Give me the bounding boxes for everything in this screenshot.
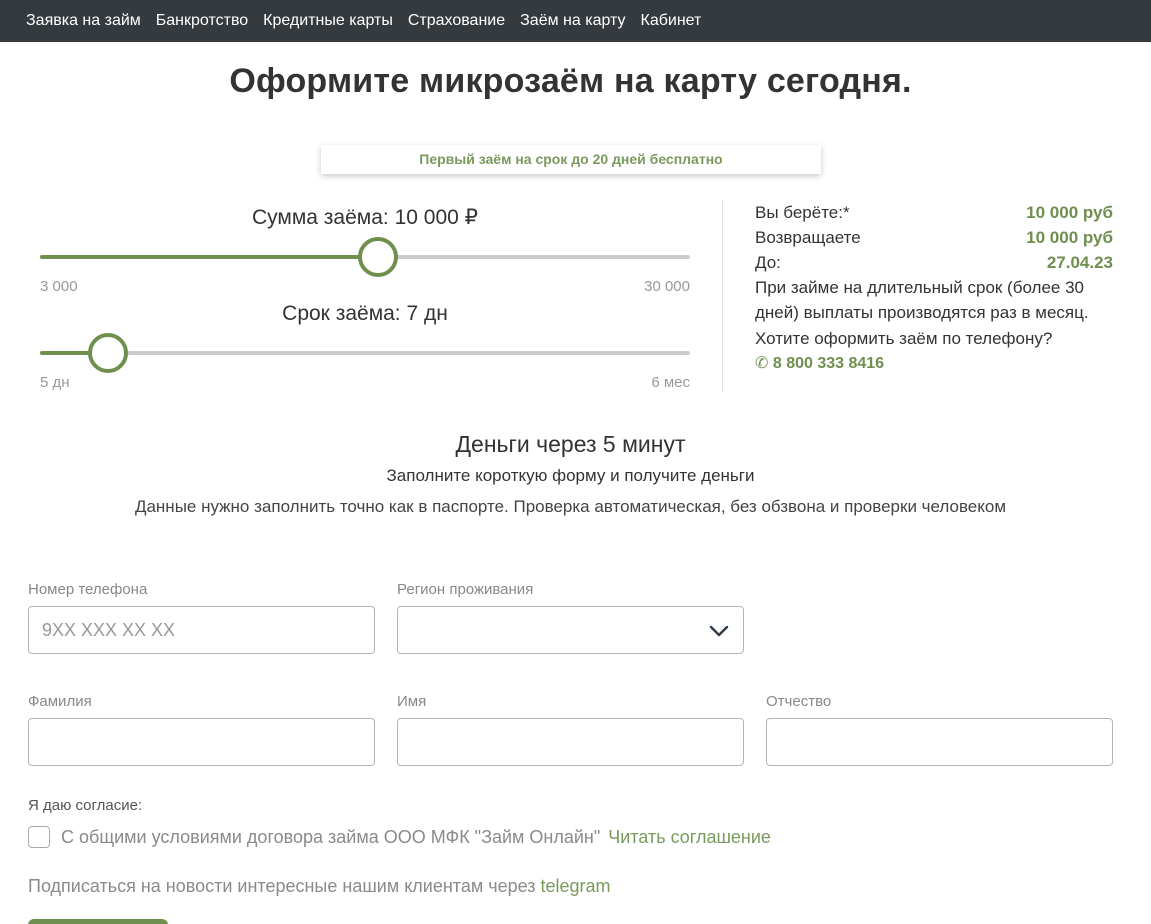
phone-number-link[interactable]: 8 800 333 8416 — [773, 355, 884, 372]
summary-take-value: 10 000 руб — [1026, 203, 1113, 222]
summary-return-row: Возвращаете 10 000 руб — [755, 225, 1113, 250]
region-select[interactable] — [397, 606, 744, 654]
nav-item-bankruptcy[interactable]: Банкротство — [156, 11, 248, 31]
form-hint: Данные нужно заполнить точно как в паспо… — [134, 497, 1007, 516]
promo-banner: Первый заём на срок до 20 дней бесплатно — [321, 145, 821, 174]
loan-summary: Вы берёте:* 10 000 руб Возвращаете 10 00… — [755, 200, 1113, 376]
phone-field[interactable]: 9XX XXX XX XX — [28, 606, 375, 654]
summary-until-value: 27.04.23 — [1046, 253, 1113, 272]
amount-slider-handle[interactable] — [358, 237, 398, 277]
phone-field-label: Номер телефона — [28, 581, 148, 598]
term-slider-title: Срок заёма: 7 дн — [282, 302, 448, 325]
patronymic-field[interactable] — [766, 718, 1113, 766]
nav-item-card-loan[interactable]: Заём на карту — [520, 11, 625, 31]
term-max-label: 6 мес — [651, 374, 690, 391]
summary-until-label: До: — [755, 253, 781, 272]
surname-field[interactable] — [28, 718, 375, 766]
vertical-divider — [722, 200, 723, 392]
page-title: Оформите микрозаём на карту сегодня. — [229, 62, 912, 100]
region-field-label: Регион проживания — [397, 581, 534, 598]
nav-item-loan-application[interactable]: Заявка на займ — [26, 11, 141, 31]
amount-slider-title: Сумма заёма: 10 000 ₽ — [251, 206, 479, 229]
phone-prompt: Хотите оформить заём по телефону? — [755, 329, 1053, 348]
read-agreement-link[interactable]: Читать соглашение — [608, 827, 771, 847]
summary-until-row: До: 27.04.23 — [755, 250, 1113, 275]
consent-heading: Я даю согласие: — [28, 797, 143, 814]
summary-return-value: 10 000 руб — [1026, 228, 1113, 247]
surname-field-label: Фамилия — [28, 693, 92, 710]
phone-icon: ✆ — [755, 355, 769, 372]
form-subheading: Заполните короткую форму и получите день… — [386, 466, 755, 485]
summary-take-row: Вы берёте:* 10 000 руб — [755, 200, 1113, 225]
form-heading: Деньги через 5 минут — [455, 431, 686, 457]
term-slider-track[interactable] — [40, 351, 690, 355]
nav-item-insurance[interactable]: Страхование — [408, 11, 505, 31]
chevron-down-icon — [709, 625, 729, 637]
amount-min-label: 3 000 — [40, 278, 78, 295]
amount-max-label: 30 000 — [644, 278, 690, 295]
patronymic-field-label: Отчество — [766, 693, 832, 710]
term-min-label: 5 дн — [40, 374, 70, 391]
nav-item-credit-cards[interactable]: Кредитные карты — [263, 11, 393, 31]
name-field[interactable] — [397, 718, 744, 766]
consent-text: С общими условиями договора займа ООО МФ… — [61, 827, 601, 847]
consent-label: С общими условиями договора займа ООО МФ… — [61, 827, 771, 848]
summary-take-label: Вы берёте:* — [755, 203, 850, 222]
telegram-link[interactable]: telegram — [540, 876, 610, 896]
subscribe-text: Подписаться на новости интересные нашим … — [28, 876, 541, 896]
summary-return-label: Возвращаете — [755, 228, 861, 247]
phone-line[interactable]: ✆ 8 800 333 8416 — [755, 351, 1113, 376]
nav-item-cabinet[interactable]: Кабинет — [641, 11, 702, 31]
phone-field-placeholder: 9XX XXX XX XX — [42, 620, 176, 640]
top-navigation: Заявка на займ Банкротство Кредитные кар… — [0, 0, 1151, 42]
subscribe-line: Подписаться на новости интересные нашим … — [28, 876, 611, 897]
summary-note: При займе на длительный срок (более 30 д… — [755, 278, 1089, 322]
consent-checkbox[interactable] — [28, 826, 50, 848]
amount-slider-fill — [40, 255, 378, 259]
submit-button[interactable] — [28, 919, 168, 924]
term-slider-handle[interactable] — [88, 333, 129, 373]
name-field-label: Имя — [397, 693, 427, 710]
